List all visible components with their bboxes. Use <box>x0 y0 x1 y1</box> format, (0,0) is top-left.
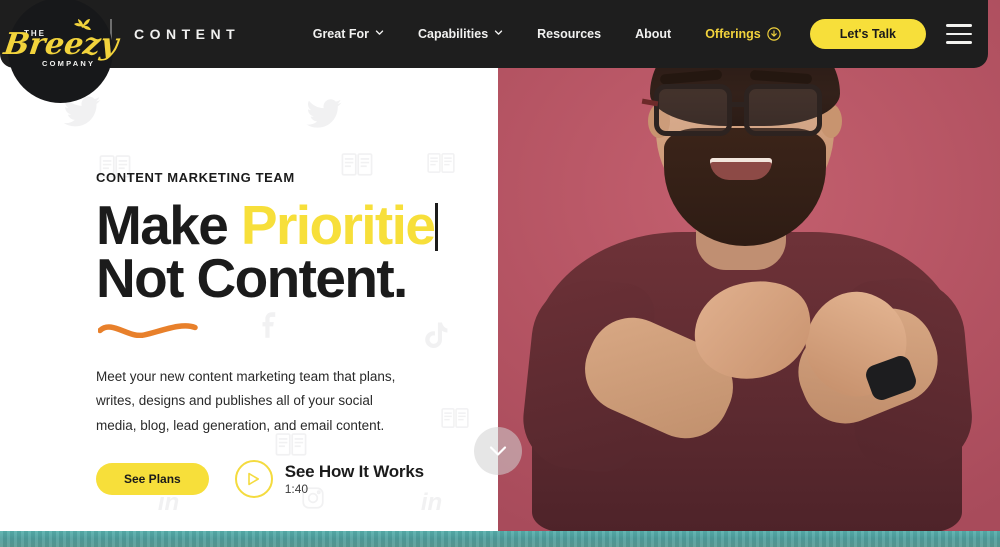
play-circle-icon[interactable] <box>234 460 273 499</box>
nav-item-about[interactable]: About <box>618 27 688 41</box>
typewriter-caret <box>435 203 439 251</box>
video-duration: 1:40 <box>284 482 309 497</box>
chevron-down-icon <box>489 446 507 456</box>
chevron-down-icon <box>494 29 503 35</box>
see-plans-button[interactable]: See Plans <box>96 463 209 496</box>
person-mouth <box>710 158 772 180</box>
twitter-bird-icon <box>306 99 342 128</box>
hamburger-line <box>946 41 972 44</box>
glasses-bridge <box>732 102 748 107</box>
orange-squiggle-underline <box>97 322 198 338</box>
download-circle-icon <box>767 27 781 41</box>
bottom-teal-strip <box>0 531 1000 547</box>
logo-script-text: Breezy <box>1 26 120 62</box>
hero-copy-block: CONTENT MARKETING TEAM Make Prioritie No… <box>96 170 496 499</box>
lets-talk-button[interactable]: Let's Talk <box>809 19 926 49</box>
hamburger-line <box>946 32 972 36</box>
scroll-down-button[interactable] <box>474 427 522 475</box>
headline-line-1: Make Prioritie <box>96 198 496 253</box>
glasses-lens-right <box>744 84 822 136</box>
chevron-down-icon <box>375 29 384 35</box>
video-title: See How It Works <box>284 461 424 481</box>
hero-actions: See Plans See How It Works 1:40 <box>96 460 496 499</box>
headline-line-2: Not Content. <box>96 247 408 310</box>
hamburger-menu-icon[interactable] <box>936 0 982 68</box>
nav-item-offerings[interactable]: Offerings <box>688 27 798 41</box>
nav-item-capabilities[interactable]: Capabilities <box>401 27 520 41</box>
nav-item-label: Capabilities <box>417 27 489 41</box>
hero-eyebrow: CONTENT MARKETING TEAM <box>96 170 295 185</box>
nav-item-label: Great For <box>312 27 369 41</box>
hero-photo <box>498 0 1000 547</box>
nav-links: Great For Capabilities Resources About O… <box>296 0 988 68</box>
brand-word: CONTENT <box>134 26 241 42</box>
nav-item-resources[interactable]: Resources <box>520 27 618 41</box>
logo-badge[interactable]: THE Breezy COMPANY <box>1 0 120 103</box>
hamburger-line <box>946 24 972 27</box>
person-glasses <box>641 84 842 140</box>
hero-photo-panel <box>498 0 1000 547</box>
top-navigation-bar: CONTENT Great For Capabilities Resources… <box>0 0 988 68</box>
nav-item-label: About <box>635 27 672 41</box>
see-how-it-works-link[interactable]: See How It Works 1:40 <box>234 460 424 499</box>
nav-item-label: Resources <box>537 27 602 41</box>
hero-body-text: Meet your new content marketing team tha… <box>96 368 396 433</box>
glasses-lens-left <box>654 84 732 136</box>
video-text-wrap: See How It Works 1:40 <box>285 462 424 497</box>
hero-headline: Make Prioritie Not Content. <box>96 198 496 310</box>
nav-item-label: Offerings <box>705 27 761 41</box>
play-triangle-icon <box>248 473 260 486</box>
nav-item-great-for[interactable]: Great For <box>296 27 401 41</box>
